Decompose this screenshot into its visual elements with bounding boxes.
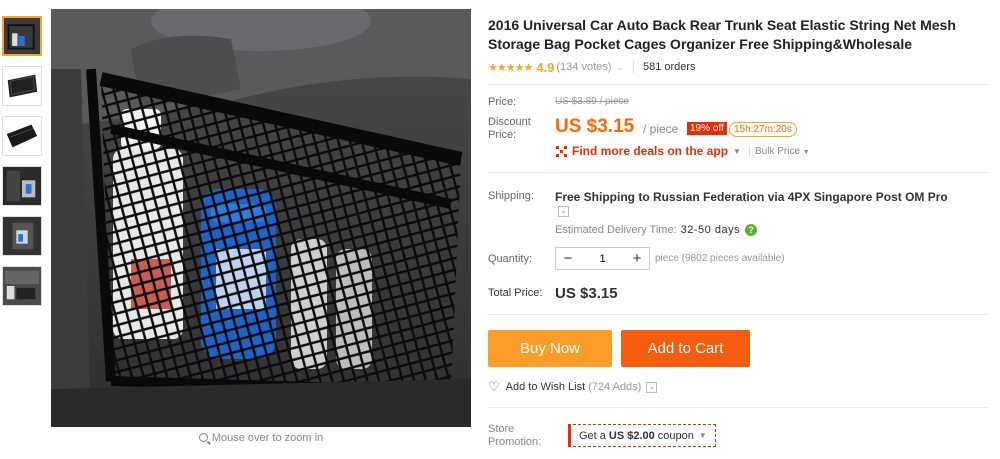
thumbnail-1[interactable] — [2, 16, 42, 56]
wish-list-count: (724 Adds) — [588, 381, 642, 393]
zoom-hint: Mouse over to zoom in — [51, 432, 471, 444]
thumbnail-2[interactable] — [2, 66, 42, 106]
zoom-hint-text: Mouse over to zoom in — [211, 432, 324, 444]
thumbnail-1-image — [4, 18, 40, 54]
quantity-availability: piece (9802 pieces available) — [655, 253, 785, 264]
divider — [749, 146, 750, 157]
thumbnail-5[interactable] — [2, 216, 42, 256]
thumbnail-4-image — [3, 167, 41, 205]
countdown-timer: 15h:27m:20s — [729, 122, 797, 137]
thumbnail-6[interactable] — [2, 266, 42, 306]
quantity-input[interactable] — [580, 252, 625, 265]
app-deals-link[interactable]: Find more deals on the app ▼ — [555, 144, 741, 158]
shipping-method[interactable]: Free Shipping to Russian Federation via … — [555, 190, 948, 204]
thumbnail-2-image — [3, 67, 41, 105]
divider — [488, 407, 988, 408]
thumbnail-3[interactable] — [2, 116, 42, 156]
product-title: 2016 Universal Car Auto Back Rear Trunk … — [488, 17, 956, 52]
shipping-label: Shipping: — [488, 190, 534, 202]
trunk-net-photo — [51, 9, 471, 427]
discount-price-label: Discount Price: — [488, 116, 531, 141]
product-info-panel: 2016 Universal Car Auto Back Rear Trunk … — [488, 0, 1000, 459]
qr-code-icon — [555, 145, 567, 157]
chevron-down-icon[interactable]: ⌄ — [616, 62, 624, 73]
original-price: US $3.89 / piece — [555, 96, 629, 107]
price-label: Price: — [488, 96, 517, 108]
quantity-stepper: − + — [555, 247, 650, 270]
coupon-suffix: coupon — [657, 429, 694, 442]
coupon-amount: US $2.00 — [608, 429, 655, 442]
shipping-chevron-icon[interactable]: ⌄ — [558, 206, 569, 217]
discount-price: US $3.15 — [555, 116, 635, 137]
price-unit: / piece — [643, 122, 679, 136]
divider — [488, 172, 988, 173]
add-to-cart-button[interactable]: Add to Cart — [621, 330, 750, 367]
divider — [488, 84, 988, 85]
chevron-down-icon[interactable]: ⌄ — [646, 381, 658, 393]
thumbnail-6-image — [3, 267, 41, 305]
star-rating-icon: ★★★★★ — [488, 61, 533, 74]
rating-score: 4.9 — [536, 59, 555, 75]
rating-row: ★★★★★ 4.9 (134 votes) ⌄ 581 orders — [488, 59, 696, 75]
thumbnail-5-image — [3, 217, 41, 255]
caret-down-icon: ▼ — [698, 431, 707, 440]
app-deals-text: Find more deals on the app — [572, 144, 729, 158]
eta-value: 32-50 days — [680, 224, 741, 236]
coupon-prefix: Get a — [579, 429, 606, 442]
caret-down-icon: ▼ — [802, 149, 810, 156]
thumbnail-4[interactable] — [2, 166, 42, 206]
wish-list-label: Add to Wish List — [505, 381, 586, 393]
total-price-label: Total Price: — [488, 287, 543, 299]
heart-icon: ♡ — [488, 379, 500, 394]
quantity-label: Quantity: — [488, 253, 533, 265]
divider — [632, 61, 634, 73]
buy-now-button[interactable]: Buy Now — [488, 330, 612, 367]
votes-link[interactable]: (134 votes) — [556, 61, 611, 73]
coupon-dropdown[interactable]: Get a US $2.00 coupon ▼ — [568, 424, 716, 447]
decrease-quantity-button[interactable]: − — [556, 248, 580, 269]
wish-list-link[interactable]: ♡ Add to Wish List (724 Adds) ⌄ — [488, 379, 658, 395]
caret-down-icon: ▼ — [733, 146, 741, 156]
discount-badge: 19% off — [687, 122, 727, 135]
store-promotion-label: Store Promotion: — [488, 423, 542, 448]
thumbnail-3-image — [3, 117, 41, 155]
divider — [488, 314, 988, 315]
delivery-estimate: Estimated Delivery Time: 32-50 days ? — [555, 224, 758, 236]
eta-label: Estimated Delivery Time: — [555, 224, 677, 236]
bulk-price-dropdown[interactable]: Bulk Price ▼ — [755, 146, 810, 157]
magnifier-icon — [198, 433, 208, 442]
help-icon[interactable]: ? — [745, 224, 758, 236]
bulk-price-label: Bulk Price — [755, 146, 801, 157]
orders-count: 581 orders — [642, 61, 696, 73]
total-price: US $3.15 — [555, 285, 618, 302]
main-product-image[interactable] — [51, 9, 471, 427]
thumbnail-strip — [2, 16, 44, 316]
increase-quantity-button[interactable]: + — [625, 248, 649, 269]
